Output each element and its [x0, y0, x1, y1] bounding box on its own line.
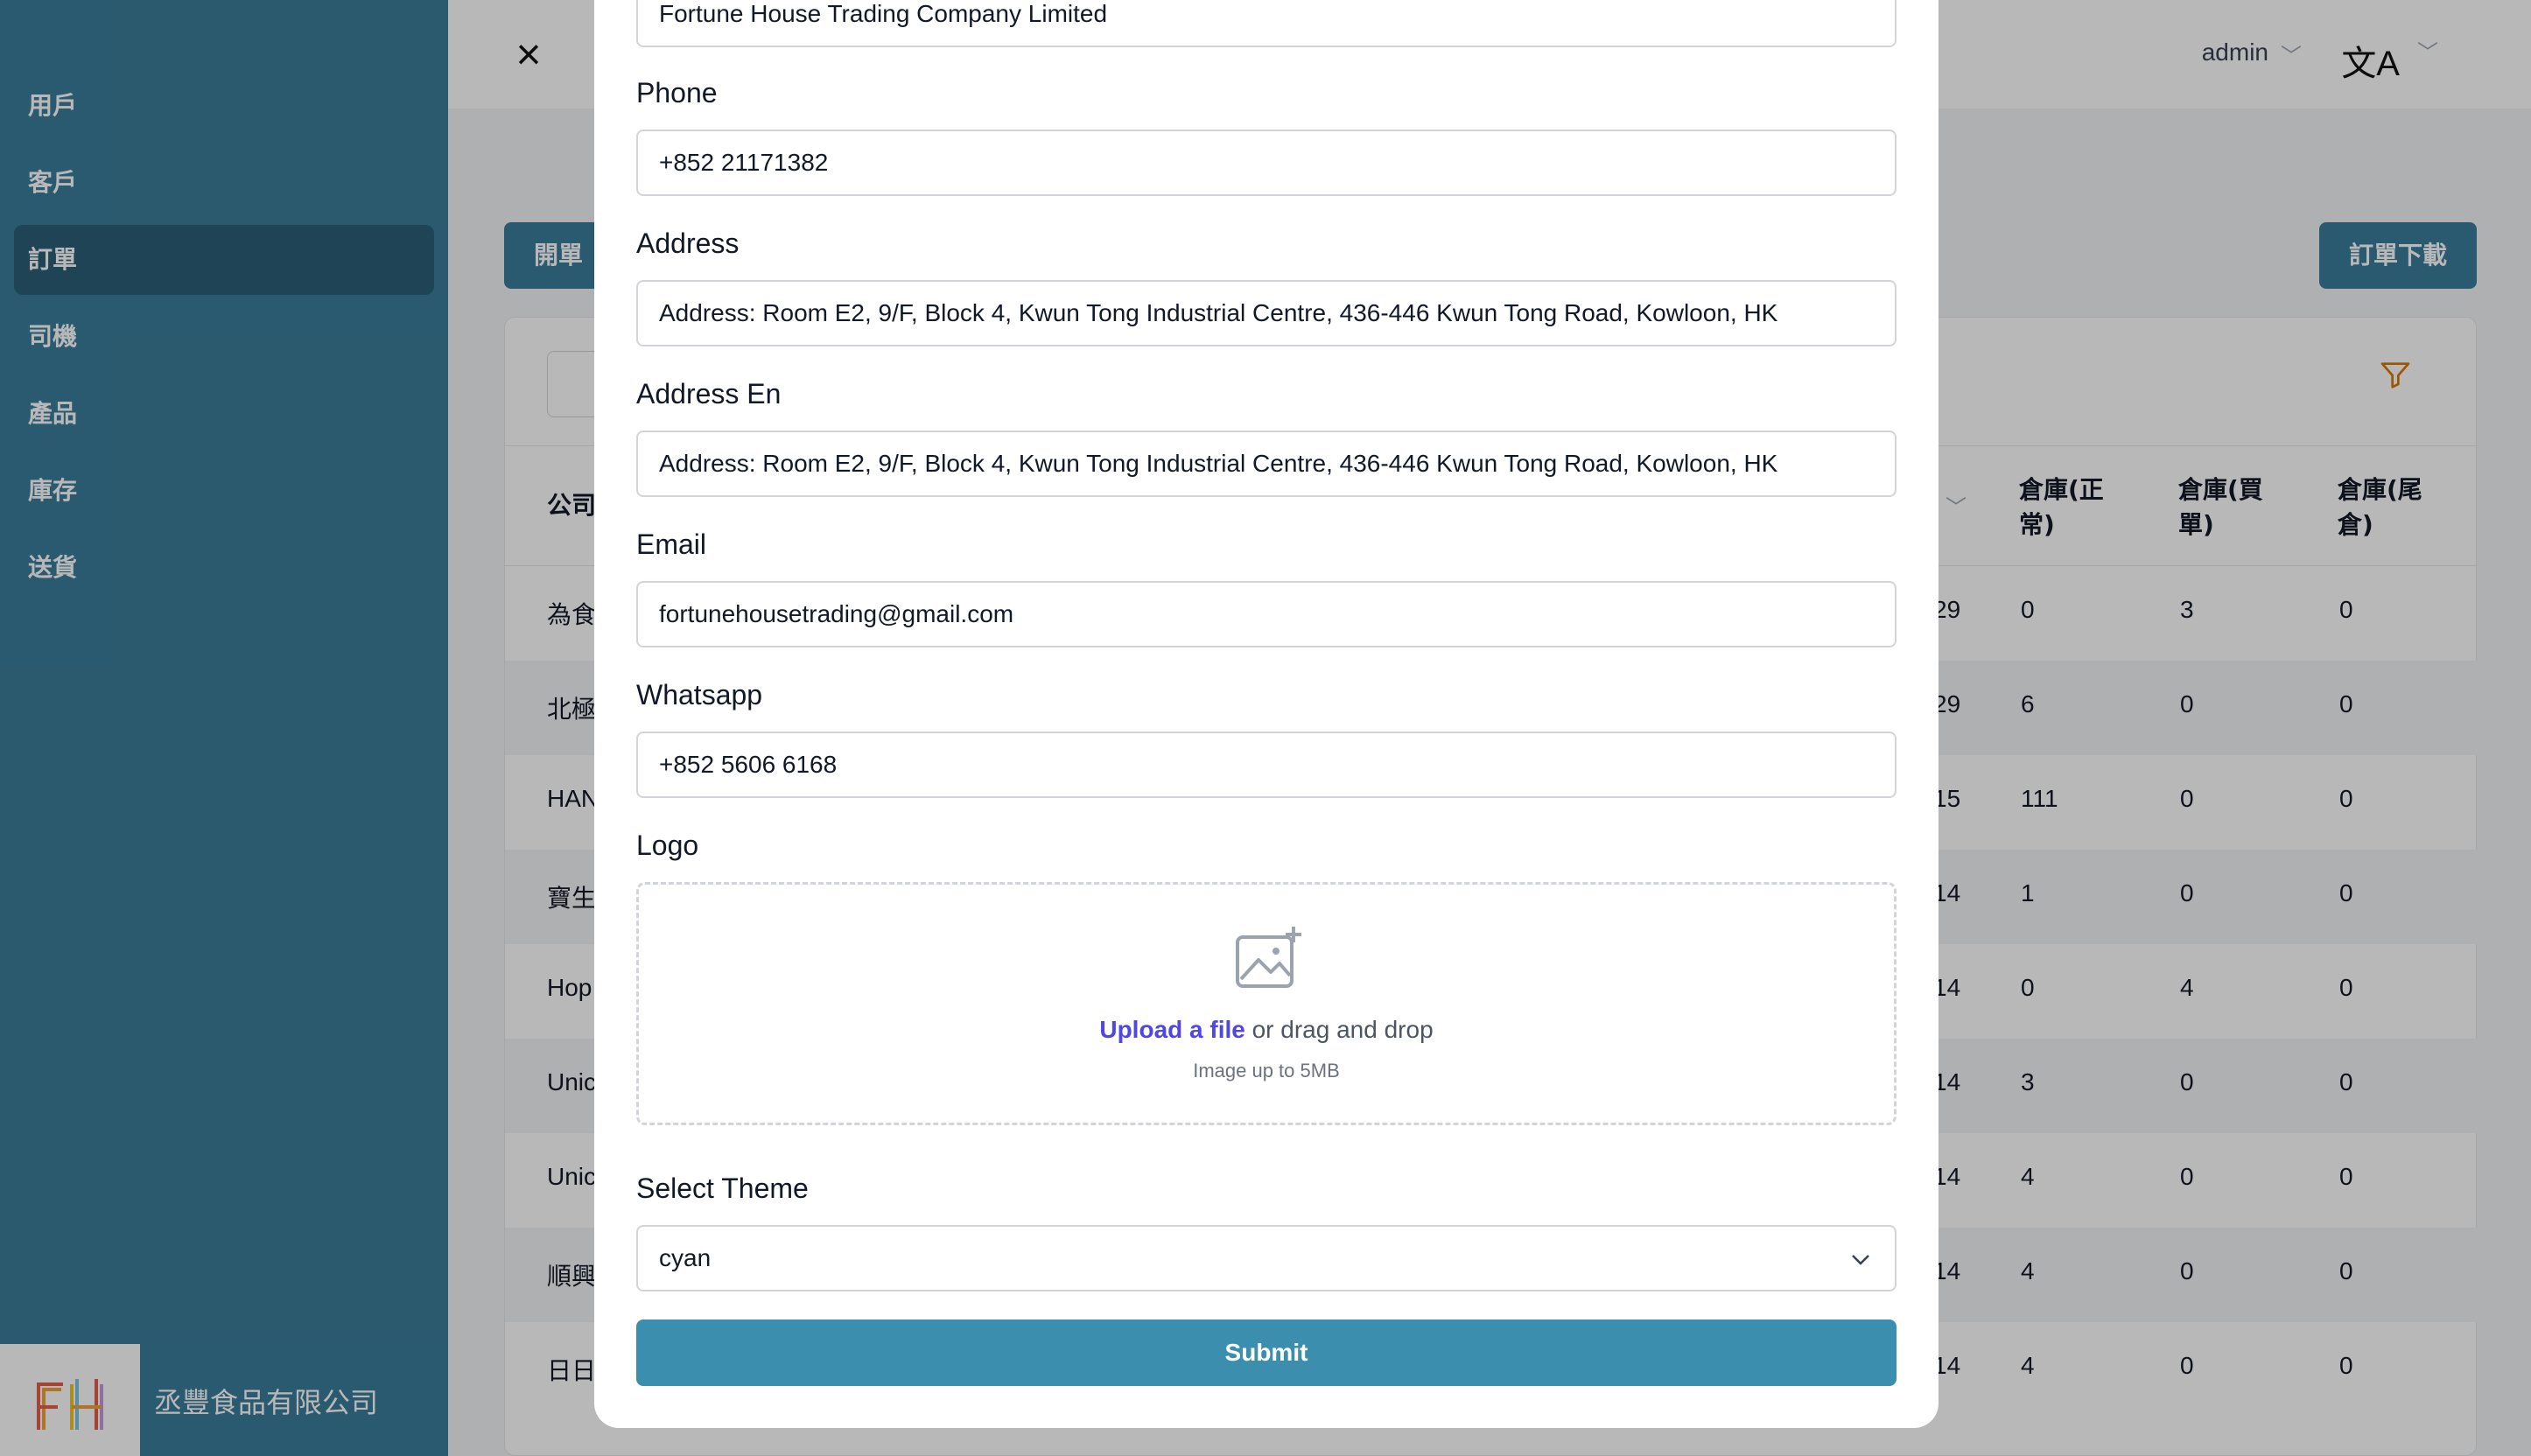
- chevron-down-icon: [1851, 1227, 1870, 1290]
- whatsapp-label: Whatsapp: [636, 679, 763, 710]
- theme-label: Select Theme: [636, 1172, 809, 1204]
- company-name-field[interactable]: Fortune House Trading Company Limited: [636, 0, 1896, 47]
- phone-label: Phone: [636, 77, 718, 108]
- company-edit-modal: Fortune House Trading Company Limited Ph…: [594, 0, 1939, 1428]
- upload-drag-text: or drag and drop: [1244, 1016, 1434, 1043]
- whatsapp-field[interactable]: +852 5606 6168: [636, 732, 1896, 798]
- theme-select-value: cyan: [659, 1244, 712, 1271]
- address-en-field[interactable]: Address: Room E2, 9/F, Block 4, Kwun Ton…: [636, 430, 1896, 497]
- upload-size-hint: Image up to 5MB: [1193, 1060, 1340, 1082]
- email-field[interactable]: fortunehousetrading@gmail.com: [636, 581, 1896, 648]
- theme-select[interactable]: cyan: [636, 1225, 1896, 1292]
- submit-button[interactable]: Submit: [636, 1320, 1896, 1386]
- logo-dropzone[interactable]: Upload a file or drag and drop Image up …: [636, 882, 1896, 1125]
- upload-file-link[interactable]: Upload a file: [1099, 1016, 1244, 1043]
- upload-instructions: Upload a file or drag and drop: [639, 1016, 1894, 1044]
- address-en-label: Address En: [636, 378, 782, 410]
- address-label: Address: [636, 228, 740, 259]
- image-upload-icon: [1234, 925, 1304, 991]
- address-field[interactable]: Address: Room E2, 9/F, Block 4, Kwun Ton…: [636, 280, 1896, 346]
- email-label: Email: [636, 528, 707, 560]
- phone-field[interactable]: +852 21171382: [636, 130, 1896, 196]
- logo-label: Logo: [636, 830, 699, 861]
